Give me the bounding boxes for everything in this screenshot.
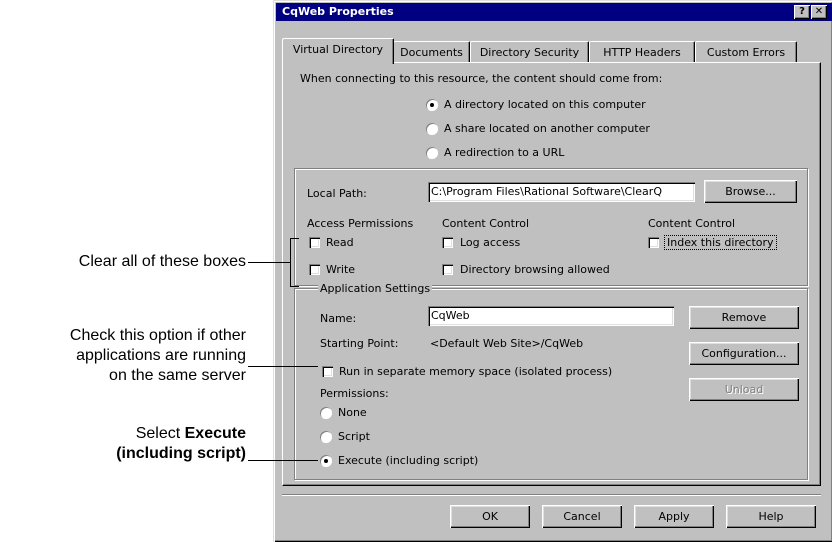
callout-check-line-1: Check this option if other (69, 327, 246, 344)
separate-memory-checkbox[interactable] (322, 366, 333, 377)
configuration-button[interactable]: Configuration... (689, 342, 799, 365)
callout-check-option: Check this option if other applications … (10, 326, 246, 386)
perm-execute-radio[interactable] (320, 455, 332, 467)
tab-custom-errors[interactable]: Custom Errors (695, 41, 797, 63)
callout-leader-check (248, 366, 318, 367)
content-control-heading-2: Content Control (648, 217, 736, 230)
separate-memory-label: Run in separate memory space (isolated p… (339, 365, 613, 378)
callout-select-execute: Select Execute (including script) (10, 424, 246, 464)
log-access-label: Log access (460, 236, 521, 249)
radio-redirection-label: A redirection to a URL (444, 146, 565, 159)
read-checkbox[interactable] (309, 237, 320, 248)
radio-share[interactable] (426, 123, 438, 135)
directory-browsing-checkbox[interactable] (442, 264, 453, 275)
perm-script-label: Script (338, 430, 370, 443)
write-label: Write (326, 263, 356, 276)
content-control-heading-1: Content Control (442, 217, 530, 230)
tab-http-headers[interactable]: HTTP Headers (589, 41, 695, 63)
remove-button[interactable]: Remove (689, 306, 799, 329)
write-checkbox[interactable] (309, 264, 320, 275)
content-source-prompt: When connecting to this resource, the co… (300, 72, 663, 85)
starting-point-label: Starting Point: (320, 337, 399, 350)
help-button[interactable]: Help (726, 505, 816, 528)
callout-bracket-bottom (290, 286, 299, 287)
tab-directory-security[interactable]: Directory Security (470, 41, 589, 63)
ok-button[interactable]: OK (450, 505, 530, 528)
cancel-button[interactable]: Cancel (542, 505, 622, 528)
apply-button[interactable]: Apply (634, 505, 714, 528)
callout-select-bold-2: (including script) (116, 445, 246, 462)
window-title: CqWeb Properties (282, 5, 394, 18)
perm-none-radio[interactable] (320, 407, 332, 419)
callout-leader-clear (248, 262, 290, 263)
app-name-label: Name: (320, 312, 357, 325)
local-path-label: Local Path: (307, 187, 367, 200)
browse-button[interactable]: Browse... (704, 180, 797, 203)
index-directory-label: Index this directory (664, 235, 777, 250)
unload-button[interactable]: Unload (689, 378, 799, 401)
callout-leader-execute (248, 460, 318, 461)
perm-none-label: None (338, 406, 367, 419)
callout-bracket-top (290, 238, 299, 239)
application-settings-heading: Application Settings (318, 282, 433, 295)
directory-browsing-label: Directory browsing allowed (460, 263, 610, 276)
title-bar[interactable]: CqWeb Properties ? ✕ (276, 3, 832, 21)
tab-virtual-directory[interactable]: Virtual Directory (282, 38, 394, 64)
log-access-checkbox[interactable] (442, 237, 453, 248)
radio-redirection[interactable] (426, 147, 438, 159)
tab-documents[interactable]: Documents (393, 41, 470, 63)
radio-share-label: A share located on another computer (444, 122, 650, 135)
close-icon[interactable]: ✕ (811, 5, 827, 19)
perm-execute-label: Execute (including script) (338, 454, 479, 467)
local-path-input[interactable]: C:\Program Files\Rational Software\Clear… (428, 182, 695, 202)
access-permissions-heading: Access Permissions (307, 217, 414, 230)
help-icon[interactable]: ? (794, 5, 810, 19)
starting-point-value: <Default Web Site>/CqWeb (430, 337, 584, 350)
radio-local-directory[interactable] (426, 99, 438, 111)
perm-script-radio[interactable] (320, 431, 332, 443)
index-directory-checkbox[interactable] (648, 237, 659, 248)
app-name-input[interactable]: CqWeb (428, 306, 674, 326)
footer-separator (282, 494, 821, 496)
callout-check-line-3: on the same server (109, 367, 246, 384)
radio-local-directory-label: A directory located on this computer (444, 98, 646, 111)
callout-clear-boxes: Clear all of these boxes (78, 253, 246, 270)
callout-select-prefix: Select (135, 425, 185, 442)
callout-check-line-2: applications are running (76, 347, 246, 364)
callout-bracket-vertical (290, 238, 291, 287)
callout-select-bold-1: Execute (184, 425, 246, 442)
permissions-label: Permissions: (320, 387, 389, 400)
read-label: Read (326, 236, 354, 249)
